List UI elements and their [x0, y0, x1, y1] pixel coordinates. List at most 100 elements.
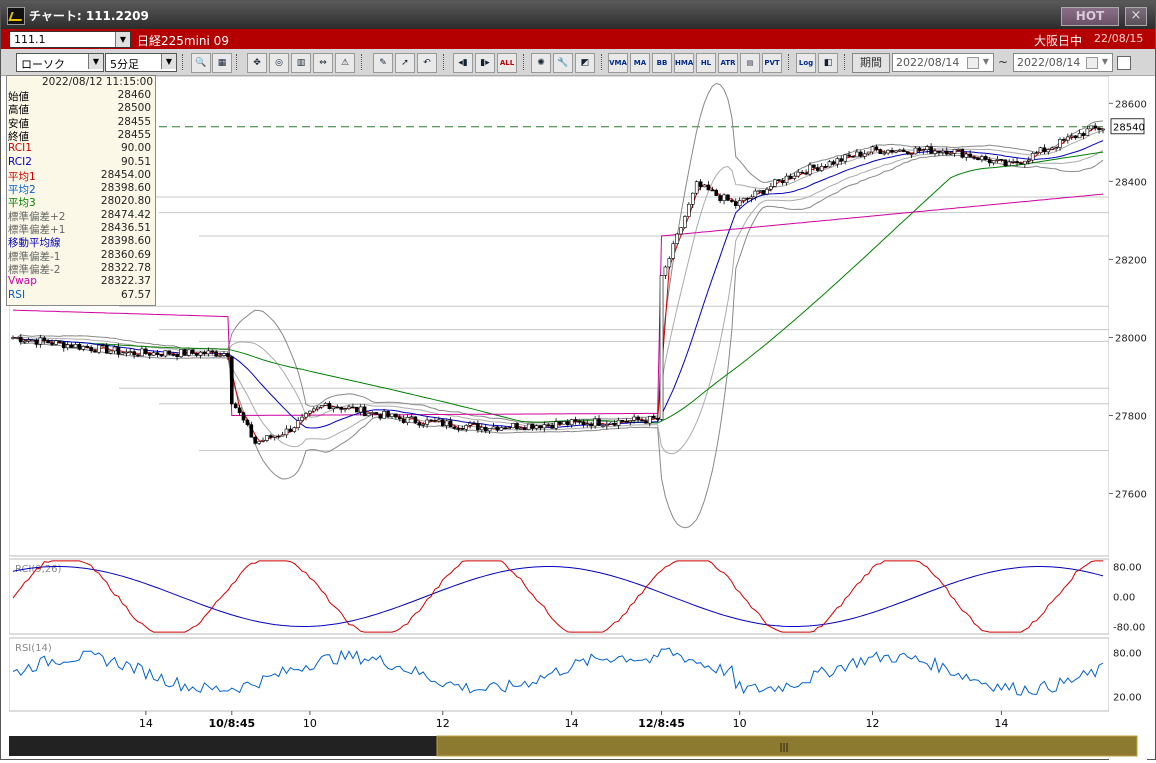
- vma-button[interactable]: VMA: [608, 53, 628, 73]
- chevron-down-icon[interactable]: ▼: [161, 54, 176, 69]
- chart-app-icon: [7, 7, 25, 25]
- candle-body: [827, 161, 832, 168]
- chevron-down-icon[interactable]: ▼: [1098, 54, 1112, 69]
- data-window-label: RCI1: [8, 142, 32, 155]
- candle-body: [417, 422, 422, 426]
- zoom-icon[interactable]: 🔍: [191, 53, 211, 73]
- candle-body: [886, 149, 890, 154]
- candle-body: [89, 347, 93, 351]
- symbol-bar: 111.1 ▼ 日経225mini 09 大阪日中 22/08/15: [1, 29, 1155, 49]
- data-window-row: 始値 28460: [7, 89, 153, 103]
- candle-body: [175, 354, 179, 357]
- candle-body: [1038, 147, 1043, 154]
- candle-body: [261, 440, 265, 442]
- candle-body: [460, 428, 465, 430]
- candle-body: [1069, 135, 1074, 138]
- undo-icon[interactable]: ↶: [417, 53, 437, 73]
- candle-body: [534, 425, 539, 429]
- candle-body: [93, 350, 97, 353]
- candle-body: [374, 412, 379, 415]
- candle-body: [409, 416, 414, 419]
- candle-body: [585, 423, 590, 426]
- candle-body: [866, 151, 871, 155]
- ma-button[interactable]: MA: [630, 53, 650, 73]
- crosshair-icon[interactable]: ✥: [247, 53, 267, 73]
- split-icon[interactable]: ◧: [818, 53, 838, 73]
- find-icon[interactable]: ◎: [269, 53, 289, 73]
- symbol-select[interactable]: 111.1 ▼: [9, 31, 131, 48]
- candle-body: [187, 349, 191, 356]
- price-chart[interactable]: 27600278002800028200284002860028540RCI(9…: [8, 75, 1147, 760]
- candle-body: [1030, 152, 1035, 161]
- candle-body: [819, 166, 824, 171]
- candle-body: [1015, 161, 1019, 164]
- marker-icon[interactable]: ⇔: [313, 53, 333, 73]
- chart-type-select[interactable]: ローソク ▼: [16, 53, 104, 72]
- chevron-down-icon[interactable]: ▼: [115, 32, 130, 47]
- chevron-down-icon[interactable]: ▼: [88, 54, 103, 69]
- title-bar[interactable]: チャート: 111.2209 HOT ×: [1, 1, 1155, 29]
- warning-icon[interactable]: ⚠: [335, 53, 355, 73]
- data-window-row: Vwap 28322.37: [7, 275, 153, 288]
- candle-body: [995, 159, 1000, 161]
- data-window-row: 平均2 28398.60: [7, 182, 153, 196]
- candle-body: [921, 149, 926, 151]
- candle-body: [73, 344, 78, 348]
- hot-button[interactable]: HOT: [1061, 7, 1119, 26]
- candle-body: [901, 149, 906, 152]
- candle-body: [437, 419, 441, 422]
- pvt-button[interactable]: PVT: [762, 53, 782, 73]
- cursor-icon[interactable]: ➚: [395, 53, 415, 73]
- time-tick-label: 14: [565, 717, 579, 730]
- period-button[interactable]: 期間: [852, 53, 890, 73]
- candle-body: [144, 348, 148, 354]
- candle-body: [941, 150, 945, 153]
- close-icon[interactable]: ×: [1125, 7, 1147, 26]
- candle-body: [878, 149, 883, 155]
- candle-body: [597, 418, 601, 426]
- rvi-icon[interactable]: ▤: [740, 53, 760, 73]
- candle-left-icon[interactable]: ◂▮: [453, 53, 473, 73]
- candle-body: [116, 346, 121, 355]
- bb-button[interactable]: BB: [652, 53, 672, 73]
- hma-button[interactable]: HMA: [674, 53, 694, 73]
- candle-body: [1003, 159, 1008, 167]
- calendar-icon[interactable]: [967, 57, 979, 69]
- chevron-down-icon[interactable]: ▼: [979, 54, 993, 69]
- candle-body: [218, 355, 222, 357]
- data-window-value: 28455: [117, 128, 151, 141]
- bomb-icon[interactable]: ✺: [531, 53, 551, 73]
- candle-body: [589, 423, 594, 427]
- data-window-value: 67.57: [120, 288, 151, 301]
- calendar-icon[interactable]: [1086, 57, 1098, 69]
- time-tick-label: 10: [733, 717, 747, 730]
- log-button[interactable]: Log: [796, 53, 816, 73]
- date-to-input[interactable]: 2022/08/14 ▼: [1013, 53, 1113, 72]
- date-from-input[interactable]: 2022/08/14 ▼: [892, 53, 994, 72]
- hl-button[interactable]: HL: [696, 53, 716, 73]
- atr-button[interactable]: ATR: [718, 53, 738, 73]
- candle-body: [362, 406, 367, 417]
- candle-body: [909, 153, 914, 156]
- bar-chart-icon[interactable]: ▥: [291, 53, 311, 73]
- candle-body: [687, 204, 691, 217]
- grid-icon[interactable]: ▦: [212, 53, 232, 73]
- candle-body: [808, 164, 812, 175]
- candle-body: [323, 403, 328, 406]
- all-button[interactable]: ALL: [497, 53, 517, 73]
- pencil-icon[interactable]: ✎: [373, 53, 393, 73]
- auto-update-checkbox[interactable]: [1117, 56, 1131, 70]
- toolbar: ローソク ▼ 5分足 ▼ 🔍 ▦ ✥ ◎ ▥ ⇔ ⚠ ✎ ➚ ↶ ◂▮ ▮▸ A…: [1, 49, 1155, 76]
- candle-body: [831, 161, 836, 165]
- palette-icon[interactable]: ◩: [575, 53, 595, 73]
- candle-body: [354, 406, 359, 413]
- wrench-icon[interactable]: 🔧: [553, 53, 573, 73]
- candle-body: [214, 351, 218, 357]
- chart-area[interactable]: 27600 27800 28000 28200 28400 28600 28540 RCI(9…: [8, 75, 1147, 760]
- chart-type-value: ローソク: [21, 58, 65, 71]
- interval-select[interactable]: 5分足 ▼: [105, 53, 177, 72]
- data-window-timestamp: 2022/08/12 11:15:00: [41, 76, 153, 88]
- candle-right-icon[interactable]: ▮▸: [475, 53, 495, 73]
- chart-window: チャート: 111.2209 HOT × 111.1 ▼ 日経225mini 0…: [0, 0, 1156, 760]
- candle-body: [530, 423, 535, 429]
